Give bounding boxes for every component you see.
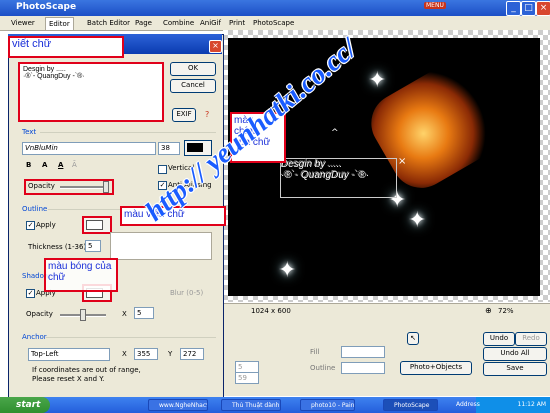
exif-button[interactable]: EXIF <box>172 108 196 122</box>
maximize-button[interactable]: □ <box>521 1 536 16</box>
main-tabs: Viewer Editor Batch Editor Page Combine … <box>0 16 550 31</box>
tab-editor[interactable]: Editor <box>45 17 74 30</box>
photo-objects-button[interactable]: Photo+Objects <box>400 361 472 375</box>
anchor-y-input[interactable]: 272 <box>180 348 204 360</box>
outline-label: Outline <box>310 364 336 372</box>
select-pointer-button[interactable]: ↖ <box>407 332 419 345</box>
anchor-select[interactable]: Top-Left <box>28 348 110 361</box>
task-item[interactable]: www.NgheNhac9v... <box>148 399 208 411</box>
bottom-field-2[interactable]: 59 <box>235 372 259 384</box>
font-name: VnBluMin <box>25 144 58 152</box>
anchor-note: If coordinates are out of range, Please … <box>32 366 141 383</box>
text-line1: Desgin by ..... <box>23 66 66 73</box>
app-title-bar: PhotoScape MENU _ □ × <box>0 0 550 16</box>
tab-print[interactable]: Print <box>226 17 248 29</box>
close-object-icon[interactable]: × <box>398 156 406 167</box>
divider <box>40 132 216 133</box>
address-label: Address <box>456 401 480 408</box>
start-button[interactable]: start <box>0 397 50 413</box>
vertical-checkbox[interactable] <box>158 165 167 174</box>
tab-batch-editor[interactable]: Batch Editor <box>84 17 133 29</box>
close-button[interactable]: × <box>536 1 550 16</box>
help-icon[interactable]: ? <box>205 110 209 119</box>
blur-label: Blur (0-5) <box>170 289 204 297</box>
canvas-text-line1: Desgin by ..... <box>281 159 343 170</box>
shadow-x-label: X <box>122 310 127 318</box>
text-input-area[interactable]: Desgin by ..... ·®`- QuangDuy -`®· <box>18 62 164 122</box>
shadow-opacity-label: Opacity <box>26 310 53 318</box>
sparkle-icon: ✦ <box>278 258 297 283</box>
image-canvas[interactable]: ✦ ✦ ✦ ✦ Desgin by ..... ·®`- QuangDuy -`… <box>228 38 540 296</box>
shadow-opacity-slider-thumb[interactable] <box>80 309 86 321</box>
image-size-label: 1024 x 600 <box>251 307 291 315</box>
thickness-label: Thickness (1-36) <box>28 243 87 251</box>
thickness-input[interactable]: 5 <box>85 240 101 252</box>
outline-select[interactable] <box>341 362 385 374</box>
annotation-shadow-color: màu bóng của chữ <box>44 258 118 292</box>
tab-anigif[interactable]: AniGif <box>197 17 224 29</box>
tab-combine[interactable]: Combine <box>160 17 197 29</box>
fill-label: Fill <box>310 348 320 356</box>
canvas-text-line2: ·®`- QuangDuy -`®· <box>281 170 370 181</box>
canvas-status-bar: 1024 x 600 72% ⊕ <box>223 303 550 318</box>
anchor-y-label: Y <box>168 350 173 358</box>
outline-color-button[interactable] <box>82 216 112 234</box>
opacity-slider-thumb[interactable] <box>103 181 109 193</box>
opacity-slider[interactable] <box>60 186 106 189</box>
font-color-swatch <box>187 143 203 152</box>
dialog-close-button[interactable]: × <box>209 40 222 53</box>
task-item[interactable]: Thủ Thuật dành ch... <box>221 399 281 411</box>
outline-color-swatch <box>86 220 103 230</box>
app-title: PhotoScape <box>16 2 77 12</box>
minimize-button[interactable]: _ <box>506 1 521 16</box>
text-line2: ·®`- QuangDuy -`®· <box>23 73 85 80</box>
anchor-x-input[interactable]: 355 <box>134 348 158 360</box>
object-bottom-panel: Fill Outline 5 59 ↖ Photo+Objects Undo R… <box>223 318 550 396</box>
outline-apply-label: Apply <box>36 221 56 229</box>
cancel-button[interactable]: Cancel <box>170 79 216 93</box>
task-item[interactable]: PhotoScape <box>383 399 438 411</box>
thickness-preview <box>110 232 212 260</box>
clock: 11:12 AM <box>517 401 546 408</box>
opacity-label: Opacity <box>28 182 55 190</box>
style-bold-button[interactable]: B <box>26 161 31 169</box>
section-text-label: Text <box>22 128 37 136</box>
sparkle-icon: ✦ <box>368 68 387 93</box>
save-button[interactable]: Save <box>483 362 547 376</box>
font-select[interactable]: VnBluMin <box>22 142 156 155</box>
style-underline-button[interactable]: A <box>58 161 63 169</box>
annotation-viet-chu: viết chữ <box>8 36 124 58</box>
anchor-x-label: X <box>122 350 127 358</box>
undo-all-button[interactable]: Undo All <box>483 347 547 361</box>
rotate-handle-icon[interactable]: ^ <box>331 128 339 138</box>
tab-photoscape[interactable]: PhotoScape <box>250 17 297 29</box>
undo-button[interactable]: Undo <box>483 332 515 346</box>
text-object[interactable]: Desgin by ..... ·®`- QuangDuy -`®· <box>280 158 397 198</box>
divider <box>46 337 216 338</box>
tab-page[interactable]: Page <box>132 17 155 29</box>
outline-apply-checkbox[interactable]: ✓ <box>26 221 35 230</box>
section-anchor-label: Anchor <box>22 333 47 341</box>
task-item[interactable]: photo10 - Paint <box>300 399 355 411</box>
system-tray: Address 11:12 AM <box>456 397 550 413</box>
font-size-select[interactable]: 38 <box>158 142 180 155</box>
tab-viewer[interactable]: Viewer <box>8 17 38 29</box>
style-strike-button[interactable]: Ā <box>72 161 77 169</box>
sparkle-icon: ✦ <box>408 208 427 233</box>
section-outline-label: Outline <box>22 205 48 213</box>
ok-button[interactable]: OK <box>170 62 216 76</box>
zoom-in-icon[interactable]: ⊕ <box>485 306 492 315</box>
redo-button[interactable]: Redo <box>515 332 547 346</box>
shadow-x-input[interactable]: 5 <box>134 307 154 319</box>
zoom-label: 72% <box>498 307 514 315</box>
style-italic-button[interactable]: A <box>42 161 47 169</box>
shadow-apply-checkbox[interactable]: ✓ <box>26 289 35 298</box>
fill-select[interactable] <box>341 346 385 358</box>
